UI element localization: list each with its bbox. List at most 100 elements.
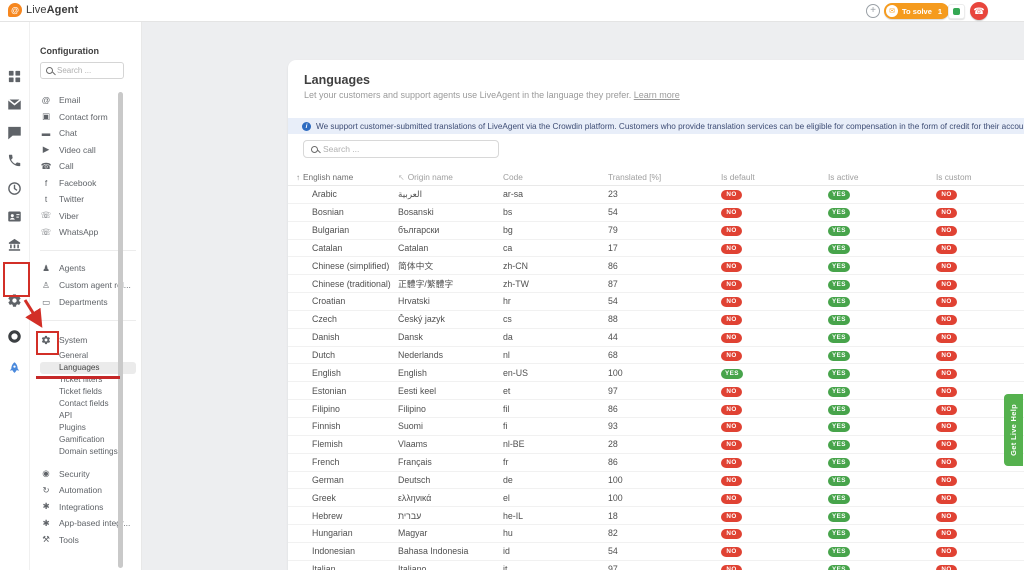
is-custom-badge: NO (936, 315, 957, 325)
is-active-badge-cell: YES (828, 188, 936, 200)
is-default-badge-cell: NO (721, 260, 828, 272)
origin-name-cell: Suomi (398, 421, 503, 431)
origin-name-cell: Dansk (398, 332, 503, 342)
column-header-english-name[interactable]: ↑English name (288, 172, 398, 182)
is-default-badge-cell: NO (721, 242, 828, 254)
translated-cell: 88 (608, 314, 721, 324)
translated-cell: 79 (608, 225, 721, 235)
agents-icon: ♟ (40, 263, 52, 274)
table-row: Arabicالعربيةar-sa23NOYESNO↓✎ (288, 186, 1024, 204)
code-cell: fil (503, 404, 608, 414)
rail-item-configuration[interactable] (7, 293, 23, 309)
column-header-label: Is default (721, 172, 755, 182)
english-name-cell: Italian (288, 564, 398, 570)
sort-ascending-icon: ↑ (296, 173, 300, 182)
rail-item-history[interactable] (7, 181, 23, 197)
sort-icon: ↖ (398, 173, 405, 182)
rail-item-status[interactable] (7, 329, 23, 345)
phone-status-button[interactable]: ☎ (970, 2, 988, 20)
gear-icon (40, 334, 52, 345)
is-custom-badge-cell: NO (936, 313, 1024, 325)
is-custom-badge-cell: NO (936, 206, 1024, 218)
table-search-input[interactable] (323, 144, 491, 154)
column-header-label: Translated [%] (608, 172, 661, 182)
is-default-badge: NO (721, 422, 742, 432)
translated-cell: 97 (608, 564, 721, 570)
column-header-code[interactable]: Code (503, 172, 608, 182)
sidebar-item-label: Facebook (59, 178, 96, 188)
english-name-cell: Catalan (288, 243, 398, 253)
is-custom-badge: NO (936, 458, 957, 468)
sidebar-item-label: Viber (59, 211, 79, 221)
chat-status-button[interactable] (948, 4, 965, 19)
page-title: Languages (304, 73, 370, 87)
to-solve-label: To solve (902, 7, 932, 16)
rail-item-tickets[interactable] (7, 97, 23, 113)
is-custom-badge-cell: NO (936, 349, 1024, 361)
column-header-origin-name[interactable]: ↖Origin name (398, 172, 503, 182)
to-solve-button[interactable]: ✉ To solve 1 (884, 3, 949, 19)
column-header-is-custom[interactable]: Is custom (936, 172, 1024, 182)
is-active-badge: YES (828, 262, 850, 272)
page-subtitle: Let your customers and support agents us… (304, 90, 680, 100)
is-default-badge: NO (721, 512, 742, 522)
code-cell: bs (503, 207, 608, 217)
table-search[interactable] (303, 140, 499, 158)
english-name-cell: Hungarian (288, 528, 398, 538)
column-header-is-default[interactable]: Is default (721, 172, 828, 182)
rail-item-contacts[interactable] (7, 209, 23, 225)
dashboard-icon (7, 69, 22, 84)
is-default-badge-cell: NO (721, 403, 828, 415)
code-cell: de (503, 475, 608, 485)
english-name-cell: Bosnian (288, 207, 398, 217)
is-custom-badge-cell: NO (936, 367, 1024, 379)
is-custom-badge-cell: NO (936, 492, 1024, 504)
table-row: BosnianBosanskibs54NOYESNO↓✎ (288, 204, 1024, 222)
sidebar-scrollbar[interactable] (118, 92, 123, 568)
get-live-help-button[interactable]: Get Live Help (1004, 394, 1023, 466)
sidebar-item-label: Integrations (59, 502, 103, 512)
column-header-translated-%[interactable]: Translated [%] (608, 172, 721, 182)
is-active-badge-cell: YES (828, 278, 936, 290)
sidebar-search[interactable] (40, 62, 124, 79)
is-active-badge: YES (828, 476, 850, 486)
sidebar-title: Configuration (40, 46, 99, 56)
is-default-badge-cell: NO (721, 438, 828, 450)
is-default-badge-cell: NO (721, 224, 828, 236)
is-default-badge: NO (721, 351, 742, 361)
sidebar-search-input[interactable] (57, 66, 118, 75)
whatsapp-icon: ☏ (40, 227, 52, 238)
sidebar-item-label: Video call (59, 145, 96, 155)
table-row: FinnishSuomifi93NOYESNO↓✎ (288, 418, 1024, 436)
rail-item-dashboard[interactable] (7, 69, 23, 85)
is-custom-badge-cell: NO (936, 242, 1024, 254)
origin-name-cell: 简体中文 (398, 259, 503, 272)
add-new-button[interactable]: + (866, 4, 880, 18)
translated-cell: 86 (608, 261, 721, 271)
learn-more-link[interactable]: Learn more (634, 90, 680, 100)
is-custom-badge: NO (936, 369, 957, 379)
english-name-cell: Filipino (288, 404, 398, 414)
rail-item-billing[interactable] (7, 237, 23, 253)
translated-cell: 54 (608, 296, 721, 306)
is-active-badge: YES (828, 565, 850, 570)
translated-cell: 54 (608, 207, 721, 217)
rail-item-getting-started[interactable] (7, 361, 23, 377)
rail-item-chats[interactable] (7, 125, 23, 141)
is-custom-badge-cell: NO (936, 474, 1024, 486)
is-custom-badge-cell: NO (936, 510, 1024, 522)
is-active-badge: YES (828, 280, 850, 290)
is-custom-badge: NO (936, 244, 957, 254)
rail-item-calls[interactable] (7, 153, 23, 169)
table-row: GermanDeutschde100NOYESNO↓✎ (288, 472, 1024, 490)
is-default-badge: NO (721, 244, 742, 254)
column-header-is-active[interactable]: Is active (828, 172, 936, 182)
chat-icon: ▬ (40, 128, 52, 138)
table-row: EstonianEesti keelet97NOYESNO↓✎ (288, 382, 1024, 400)
is-default-badge-cell: NO (721, 206, 828, 218)
is-default-badge-cell: NO (721, 188, 828, 200)
departments-icon: ▭ (40, 297, 52, 308)
is-default-badge-cell: NO (721, 295, 828, 307)
is-active-badge: YES (828, 458, 850, 468)
is-active-badge-cell: YES (828, 313, 936, 325)
